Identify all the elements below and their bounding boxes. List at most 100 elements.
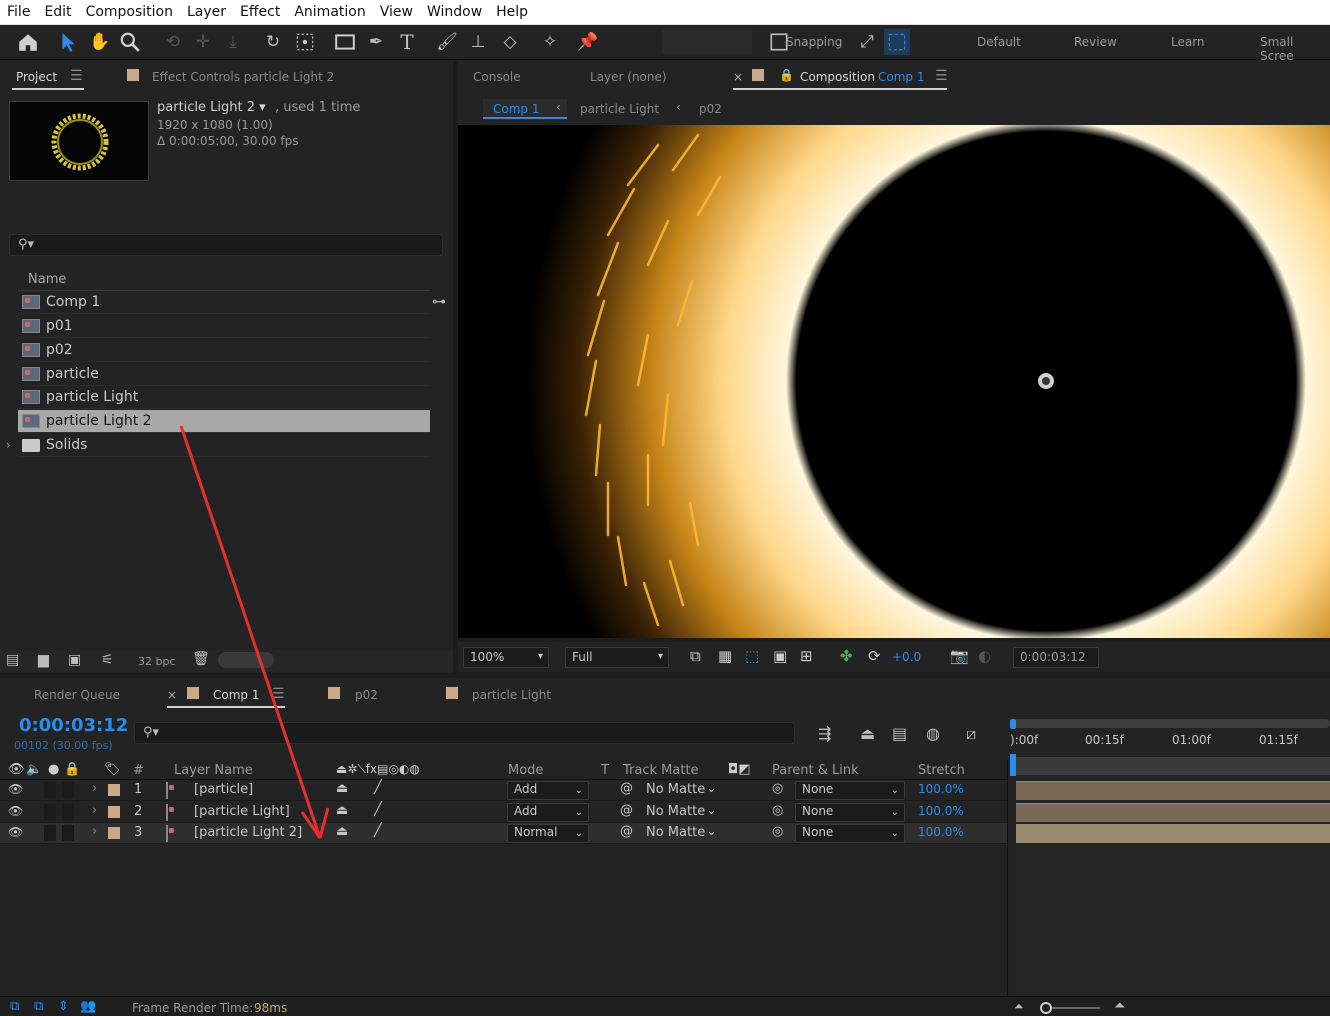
switches-icons[interactable]: ⏏✲⟍fx▤◎◐◍ [336,762,420,777]
mask-visibility-icon[interactable]: ⬚ [745,647,759,665]
tab-project[interactable]: Project [16,70,57,84]
quality-switch-icon[interactable]: ╱ [374,802,382,817]
project-item-particle-light-2[interactable]: particle Light 2 [18,410,430,433]
workspace-default[interactable]: Default [977,35,1021,49]
expand-chevron-icon[interactable]: › [92,781,97,796]
parent-dropdown[interactable]: None ⌄ [795,824,905,843]
trash-icon[interactable]: 🗑 [192,651,210,667]
column-t[interactable]: T [601,763,609,778]
breadcrumb-particle-light[interactable]: particle Light [580,102,659,116]
timeline-search-input[interactable]: ⚲▾ [134,722,795,744]
menu-file[interactable]: File [0,0,37,25]
project-search-input[interactable]: ⚲▾ [9,234,443,256]
menu-layer[interactable]: Layer [180,0,233,25]
project-item-p02[interactable]: p02 [18,339,430,362]
timeline-track-area[interactable] [1016,845,1330,996]
pen-tool-icon[interactable]: ✒ [363,29,389,55]
clone-stamp-tool-icon[interactable]: ⊥ [465,29,491,55]
transfer-controls-toggle-icon[interactable]: ⧉ [34,999,43,1014]
timeline-menu-icon[interactable]: ☰ [272,686,285,702]
layer-label-swatch[interactable] [108,806,120,818]
time-navigator[interactable] [1012,719,1330,728]
lock-icon[interactable]: 🔒 [64,762,80,777]
project-item-particle-light[interactable]: particle Light [18,386,430,409]
label-tag-icon[interactable]: 🏷 [104,762,121,777]
parent-dropdown[interactable]: None ⌄ [795,803,905,822]
bit-depth-button[interactable]: 32 bpc [138,655,176,668]
collapse-transform-icon[interactable]: ⏏ [336,781,348,796]
stretch-value[interactable]: 100.0% [918,782,964,796]
mode-dropdown[interactable]: Normal ⌄ [507,824,589,843]
tab-console[interactable]: Console [473,70,521,84]
chevron-down-icon[interactable]: ⌄ [706,824,717,839]
solo-switch[interactable] [62,825,74,841]
exposure-value[interactable]: +0.0 [892,650,921,664]
timeline-timecode[interactable]: 0:00:03:12 [19,715,128,736]
menu-view[interactable]: View [373,0,420,25]
resolution-dropdown[interactable]: Full ▾ [565,647,669,668]
motion-blur-icon[interactable]: ◍ [926,724,940,743]
orbit-camera-icon[interactable]: ⟲ [160,29,186,55]
magnification-dropdown[interactable]: 100% ▾ [463,647,549,668]
track-matte-pickwhip-icon[interactable]: @ [620,781,633,796]
column-parent-link[interactable]: Parent & Link [772,763,859,778]
menu-animation[interactable]: Animation [287,0,372,25]
draft-3d-icon[interactable]: ⏏ [860,724,875,743]
track-matte-pickwhip-icon[interactable]: @ [620,803,633,818]
snap-grid-icon[interactable] [884,29,910,55]
video-visibility-icon[interactable]: 👁 [8,762,25,777]
tab-comp-1[interactable]: Comp 1 [213,688,259,702]
menu-composition[interactable]: Composition [79,0,180,25]
layer-bar-3[interactable] [1016,824,1330,843]
work-area-bar[interactable] [1016,757,1330,775]
audio-switch[interactable] [44,804,56,820]
frame-blending-icon[interactable]: ▤ [892,724,907,743]
roto-brush-tool-icon[interactable]: ✧ [537,29,563,55]
snapshot-icon[interactable]: 📷 [950,647,969,665]
eye-icon[interactable]: 👁 [8,782,23,796]
navigator-start-handle[interactable] [1010,719,1016,729]
new-folder-icon[interactable]: ▆ [38,652,49,668]
mode-dropdown[interactable]: Add ⌄ [507,781,589,800]
hand-tool-icon[interactable]: ✋ [87,29,113,55]
column-stretch[interactable]: Stretch [918,763,965,778]
composition-mini-flowchart-icon[interactable]: ⇶ [818,724,831,743]
expand-chevron-icon[interactable]: › [92,803,97,818]
current-time-display[interactable]: 0:00:03:12 [1013,647,1099,668]
chevron-down-icon[interactable]: ⌄ [706,803,717,818]
new-composition-icon[interactable]: ▣ [68,652,81,668]
project-item-comp-1[interactable]: Comp 1 [18,291,430,314]
track-matte-dropdown[interactable]: No Matte [646,825,705,840]
composition-menu-icon[interactable]: ☰ [935,68,948,84]
tab-render-queue[interactable]: Render Queue [34,688,120,702]
workspace-learn[interactable]: Learn [1171,35,1205,49]
breadcrumb-comp-1[interactable]: Comp 1 [493,102,539,116]
layer-bar-1[interactable] [1016,781,1330,800]
project-menu-icon[interactable]: ☰ [70,68,83,84]
menu-edit[interactable]: Edit [37,0,78,25]
quality-switch-icon[interactable]: ╱ [374,823,382,838]
render-time-icon[interactable]: 👥 [80,999,96,1014]
parent-dropdown[interactable]: None ⌄ [795,781,905,800]
item-name[interactable]: particle Light 2 ▾ [157,100,266,115]
workspace-review[interactable]: Review [1074,35,1117,49]
parent-pickwhip-icon[interactable]: ◎ [772,781,783,796]
region-of-interest-icon[interactable]: ▣ [773,647,787,665]
menu-effect[interactable]: Effect [233,0,287,25]
flowchart-icon[interactable]: ⊶ [432,294,446,310]
project-item-particle[interactable]: particle [18,363,430,386]
layer-label-swatch[interactable] [108,784,120,796]
menu-window[interactable]: Window [420,0,489,25]
interpret-footage-icon[interactable]: ▤ [6,652,19,668]
layer-row-2[interactable]: 👁 › 2 [particle Light] ⏏ ╱ Add ⌄ @ No Mat… [0,802,1008,823]
collapse-transform-icon[interactable]: ⏏ [336,824,348,839]
layer-name[interactable]: [particle] [194,782,253,797]
thumbnail-slider[interactable] [218,652,274,668]
layer-label-swatch[interactable] [108,827,120,839]
track-matte-pickwhip-icon[interactable]: @ [620,824,633,839]
eye-icon[interactable]: 👁 [8,804,23,818]
solo-switch[interactable] [62,782,74,798]
grid-guides-icon[interactable]: ⊞ [800,647,813,665]
collapse-transform-icon[interactable]: ⏏ [336,803,348,818]
fast-previews-icon[interactable]: ⧉ [690,647,701,665]
